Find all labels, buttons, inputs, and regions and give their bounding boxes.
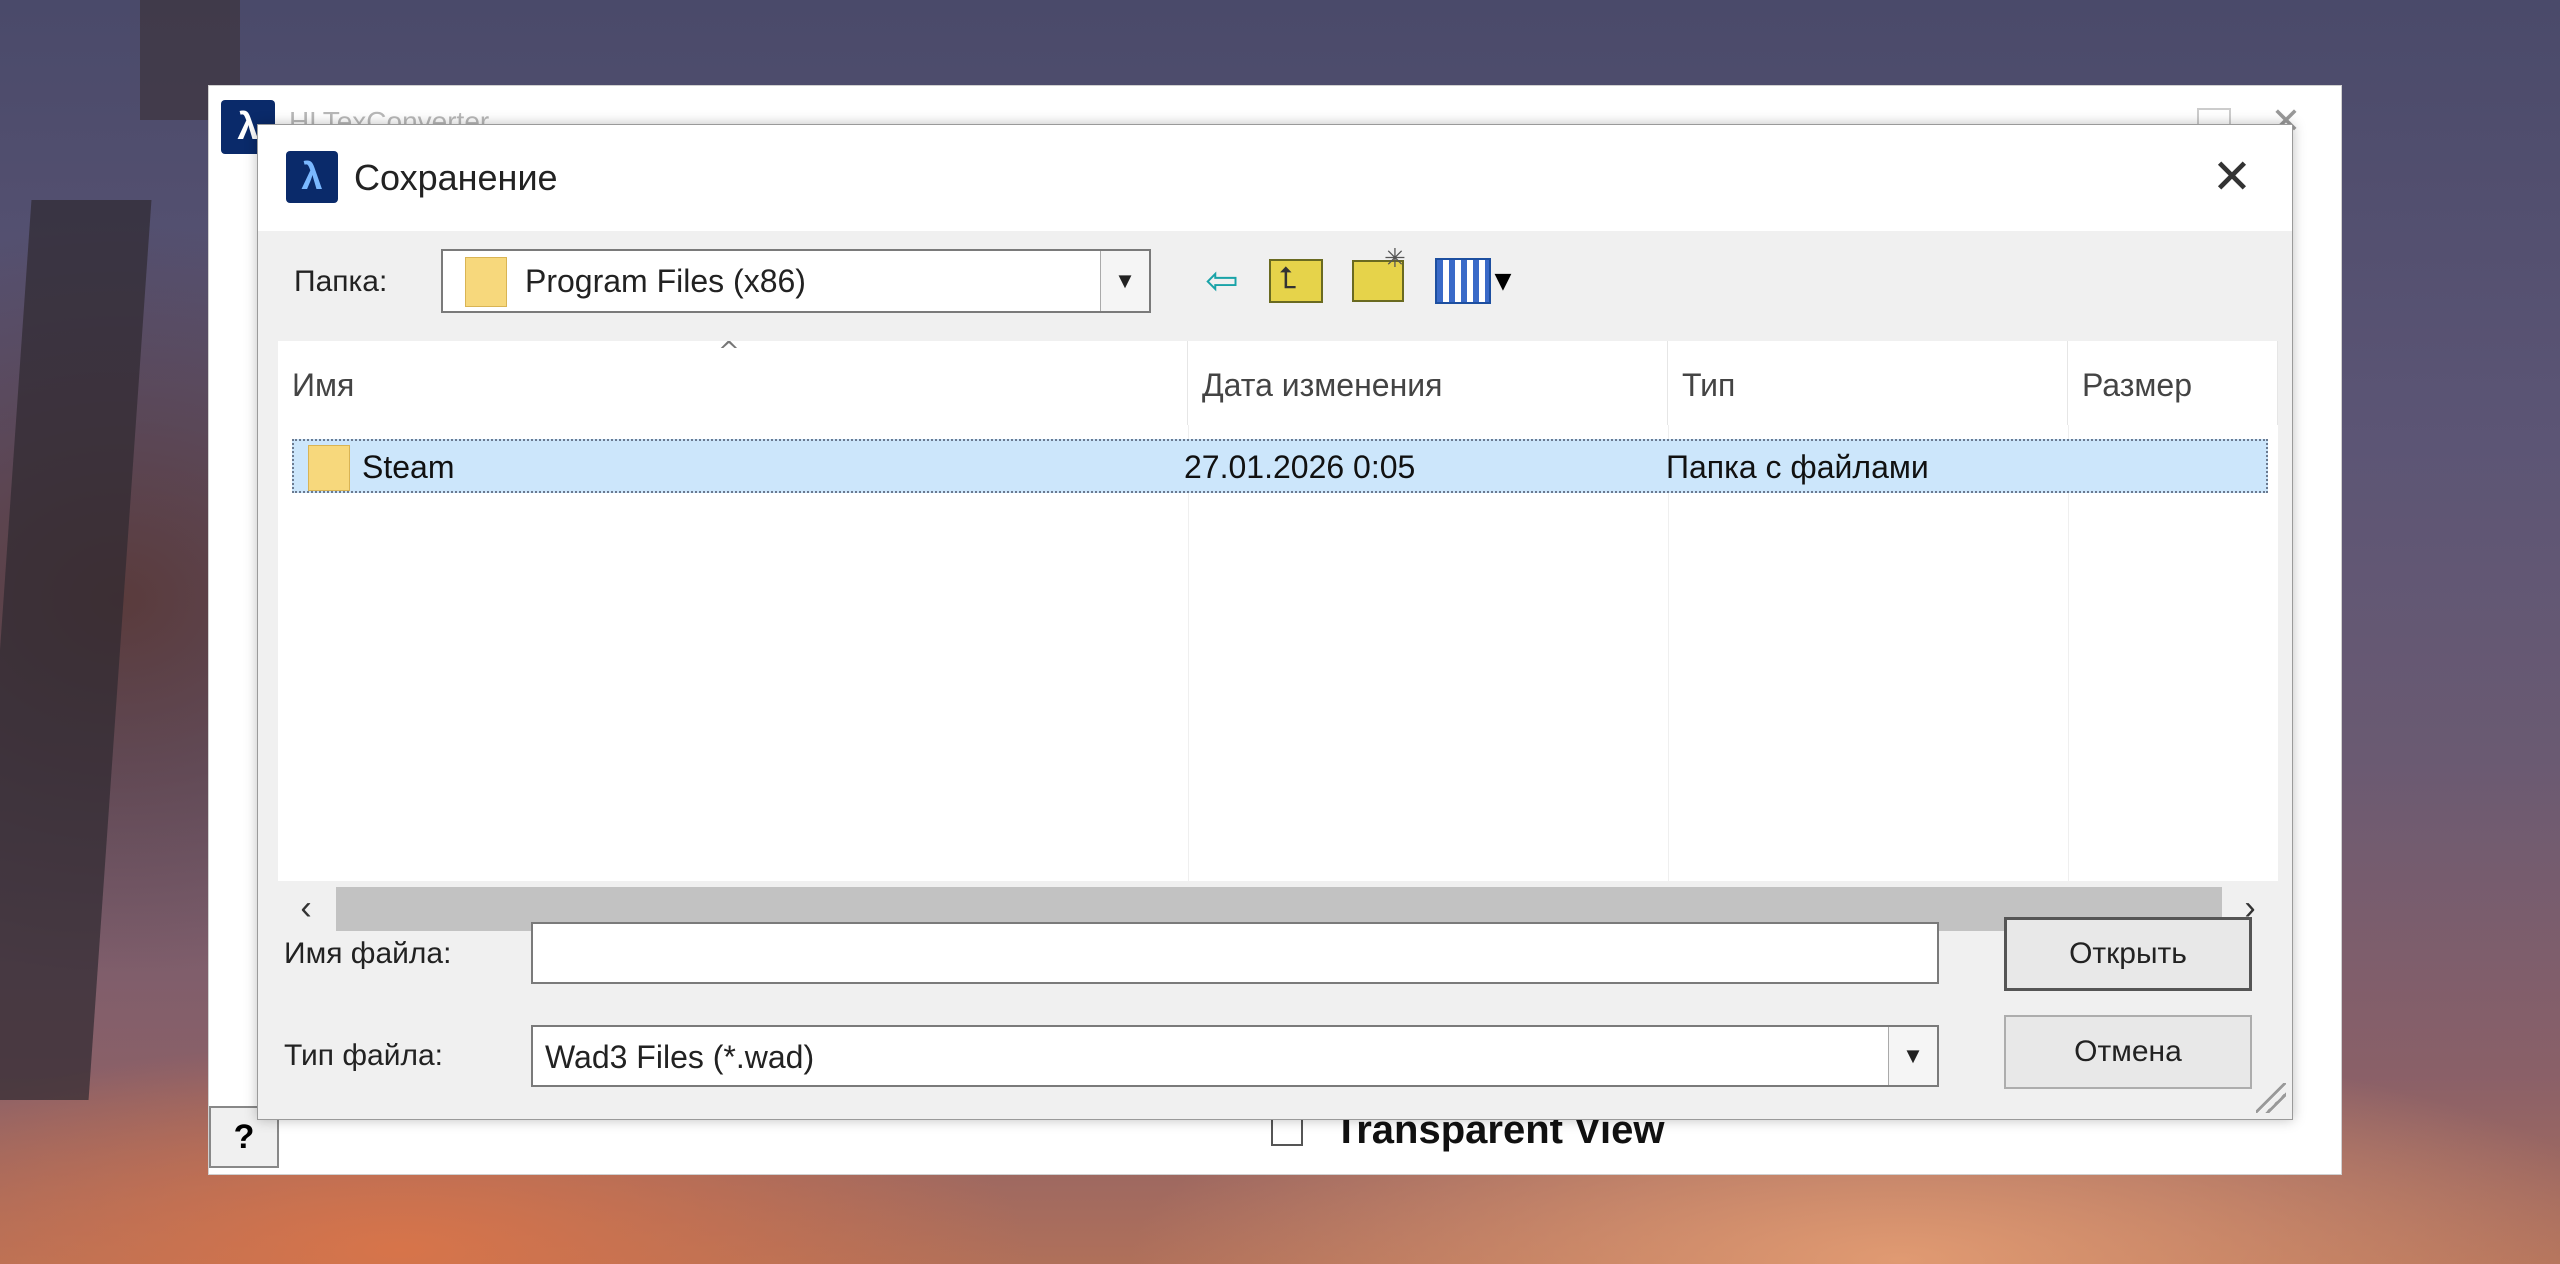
folder-icon — [308, 445, 350, 491]
filetype-label: Тип файла: — [284, 1039, 443, 1072]
chevron-left-icon[interactable]: ‹ — [278, 889, 334, 928]
wallpaper-shape — [0, 200, 152, 1100]
chevron-down-icon[interactable]: ▼ — [1100, 251, 1149, 311]
folder-label: Папка: — [294, 265, 388, 298]
column-header-size[interactable]: Размер — [2068, 341, 2278, 425]
close-icon: ✕ — [2211, 151, 2253, 204]
save-dialog: λ Сохранение ✕ Папка: Program Files (x86… — [257, 124, 2293, 1120]
filetype-select[interactable]: Wad3 Files (*.wad) ▼ — [531, 1025, 1939, 1087]
close-button[interactable]: ✕ — [2202, 147, 2262, 207]
sort-ascending-icon: ^ — [718, 341, 740, 367]
folder-value: Program Files (x86) — [525, 263, 806, 299]
filetype-value: Wad3 Files (*.wad) — [545, 1039, 815, 1075]
column-header-date[interactable]: Дата изменения — [1188, 341, 1668, 425]
resize-grip-icon[interactable] — [2256, 1083, 2286, 1113]
filename-input[interactable] — [531, 922, 1939, 984]
column-header-type[interactable]: Тип — [1668, 341, 2068, 425]
new-folder-icon[interactable]: ✳ — [1348, 244, 1408, 309]
column-divider — [1668, 425, 1669, 881]
file-list[interactable]: Имя ^ Дата изменения Тип Размер Steam 27… — [278, 341, 2278, 881]
column-divider — [1188, 425, 1189, 881]
column-header-name[interactable]: Имя ^ — [278, 341, 1188, 425]
column-divider — [2068, 425, 2069, 881]
file-name: Steam — [362, 449, 455, 485]
file-type: Папка с файлами — [1666, 449, 1929, 485]
list-item[interactable]: Steam 27.01.2026 0:05 Папка с файлами — [292, 439, 2268, 493]
dialog-title: Сохранение — [354, 157, 558, 198]
up-folder-icon[interactable] — [1268, 253, 1324, 309]
chevron-down-icon[interactable]: ▼ — [1888, 1027, 1937, 1085]
open-button[interactable]: Открыть — [2004, 917, 2252, 991]
app-logo-icon: λ — [286, 151, 338, 203]
back-arrow-icon[interactable]: ⇦ — [1198, 253, 1246, 309]
dialog-titlebar: λ Сохранение ✕ — [258, 125, 2292, 231]
view-menu-icon[interactable]: ▼ — [1428, 253, 1518, 309]
filename-label: Имя файла: — [284, 937, 452, 970]
file-date: 27.01.2026 0:05 — [1184, 449, 1416, 485]
folder-select[interactable]: Program Files (x86) ▼ — [441, 249, 1151, 313]
cancel-button[interactable]: Отмена — [2004, 1015, 2252, 1089]
folder-icon — [465, 257, 507, 307]
